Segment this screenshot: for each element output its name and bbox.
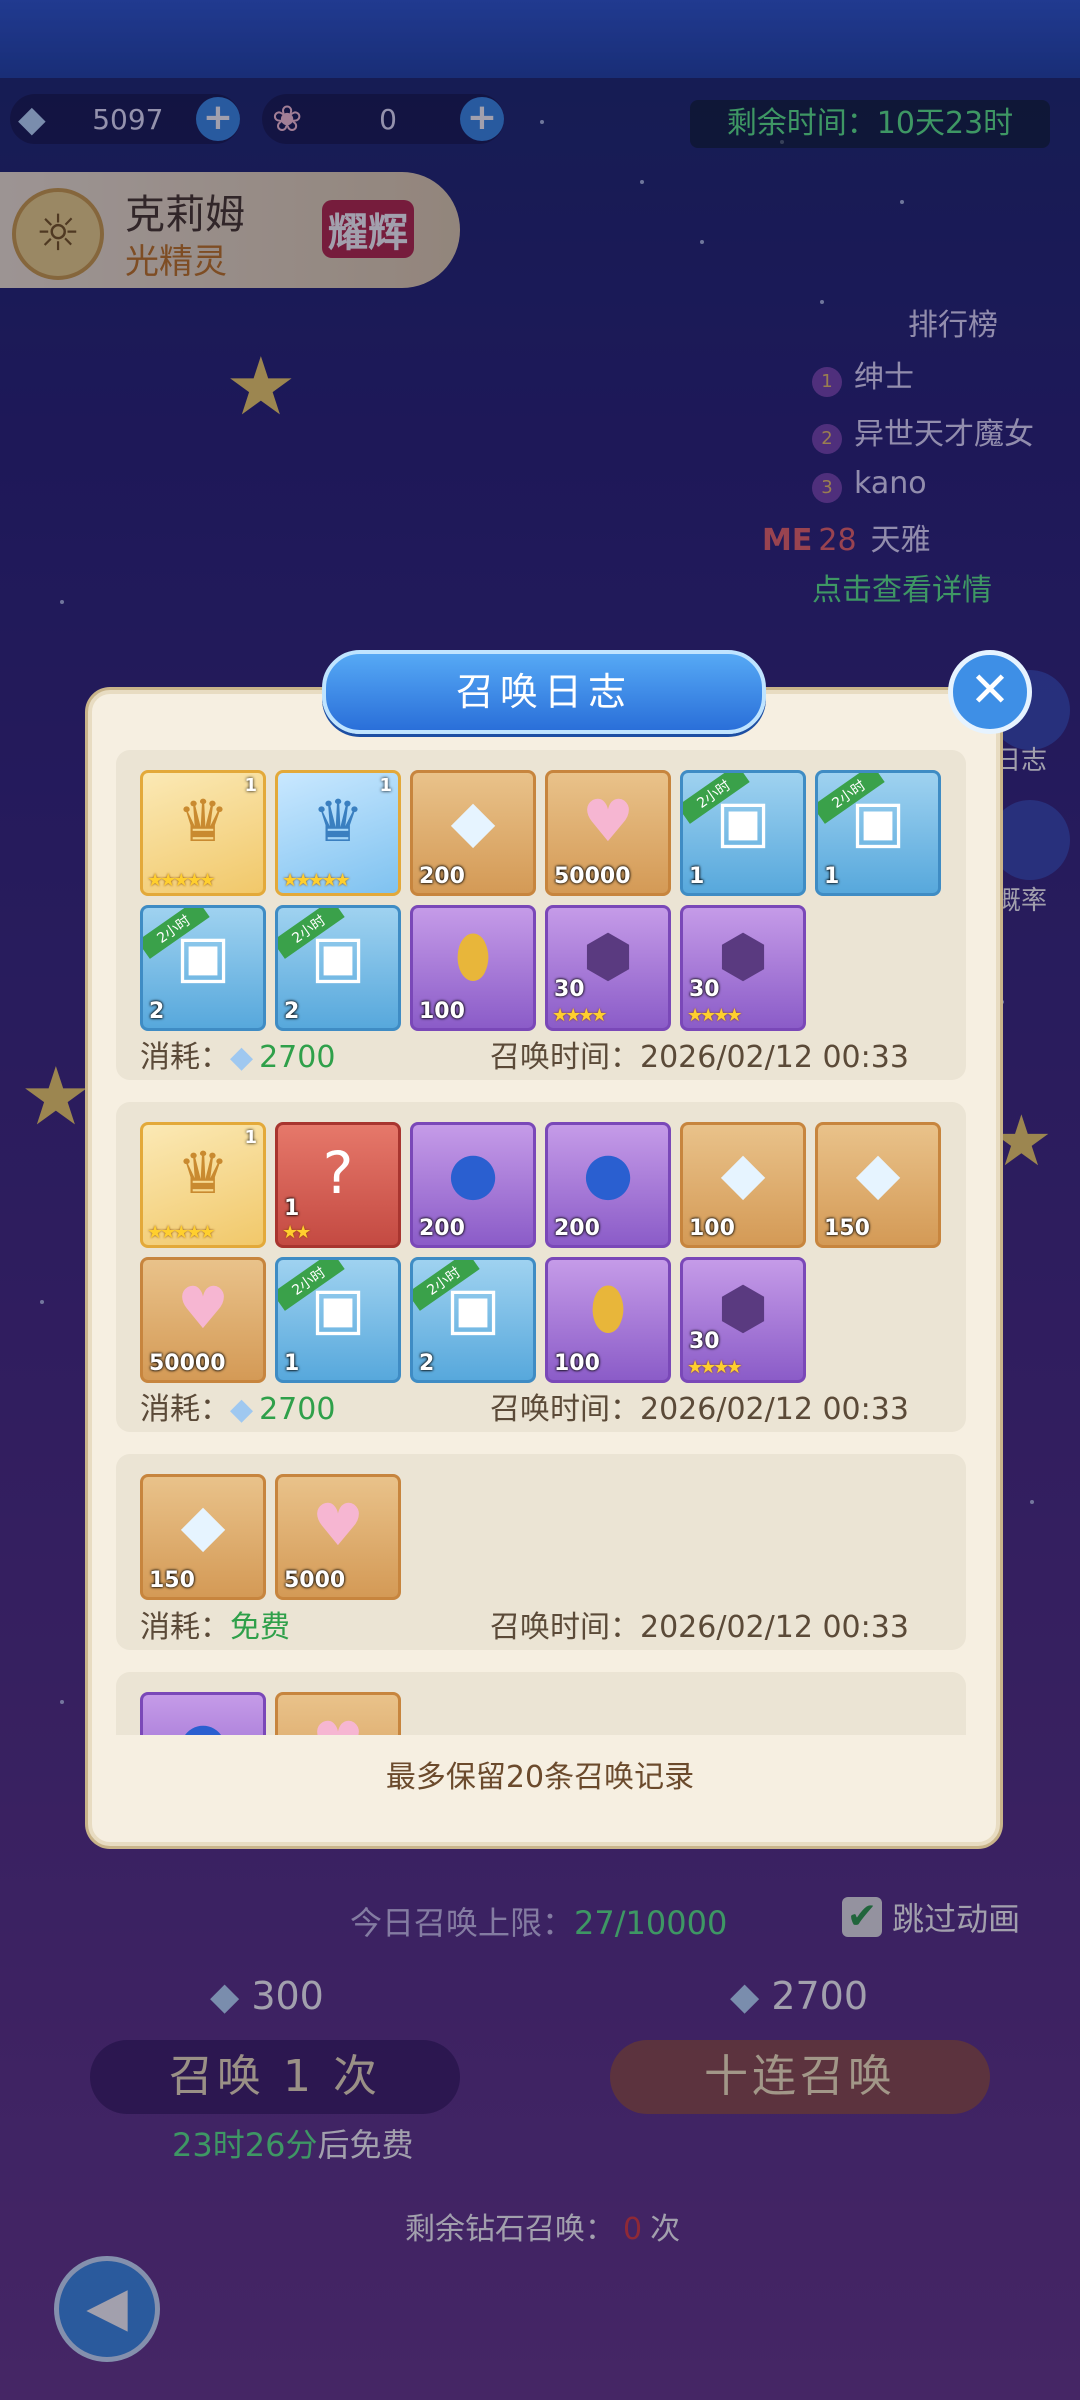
reward-item-hero[interactable]: ♛ 1 ★★★★★ xyxy=(140,1122,266,1248)
record-cost: 消耗：◆ 2700 xyxy=(140,1392,336,1427)
reward-item-chest[interactable]: 2小时 ▣ 2 xyxy=(140,905,266,1031)
reward-item-shard[interactable]: ⬢ 30 ★★★★ xyxy=(680,905,806,1031)
treasure-chest-icon: ▣ xyxy=(310,1274,366,1342)
reward-item-shard[interactable]: ⬢ 30 ★★★★ xyxy=(680,1257,806,1383)
reward-item-gem[interactable]: ◆ 150 xyxy=(140,1474,266,1600)
summon-log-list[interactable]: ♛ 1 ★★★★★ ♛ 1 ★★★★★ ◆ 200 ♥ 50000 2小时 ▣ … xyxy=(116,750,966,1735)
retention-note: 最多保留20条召唤记录 xyxy=(385,1760,695,1795)
reward-item-exp[interactable]: ♥ 50000 xyxy=(140,1257,266,1383)
log-record: ◆ 150 ♥ 5000 消耗：免费 召唤时间：2026/02/12 00:33 xyxy=(116,1454,966,1650)
record-cost: 消耗：免费 xyxy=(140,1610,290,1645)
crystal-gem-icon: ◆ xyxy=(720,1139,766,1207)
golden-egg-icon: ⬮ xyxy=(454,922,492,990)
reward-item-chest[interactable]: 2小时 ▣ 2 xyxy=(410,1257,536,1383)
reward-item-hero[interactable]: ♛ 1 ★★★★★ xyxy=(275,770,401,896)
reward-item-chest[interactable]: 2小时 ▣ 1 xyxy=(815,770,941,896)
crystal-orb-icon: ● xyxy=(143,1709,263,1735)
reward-item-chest[interactable]: 2小时 ▣ 1 xyxy=(275,1257,401,1383)
reward-item-orb[interactable]: ● 200 xyxy=(545,1122,671,1248)
treasure-chest-icon: ▣ xyxy=(175,922,231,990)
reward-item-exp[interactable]: ♥ 5000 xyxy=(275,1474,401,1600)
treasure-chest-icon: ▣ xyxy=(445,1274,501,1342)
crystal-orb-icon: ● xyxy=(447,1139,499,1207)
close-button[interactable]: ✕ xyxy=(948,650,1032,734)
crystal-gem-icon: ◆ xyxy=(180,1491,226,1559)
treasure-chest-icon: ▣ xyxy=(310,922,366,990)
hero-portrait-icon: ♛ xyxy=(177,1139,229,1207)
exp-heart-icon: ♥ xyxy=(582,787,634,855)
reward-item-chest[interactable]: 2小时 ▣ 2 xyxy=(275,905,401,1031)
record-cost: 消耗：◆ 2700 xyxy=(140,1040,336,1075)
reward-item-gem[interactable]: ◆ 150 xyxy=(815,1122,941,1248)
record-time: 召唤时间：2026/02/12 00:33 xyxy=(490,1392,909,1427)
hero-portrait-icon: ♛ xyxy=(177,787,229,855)
reward-item-chest[interactable]: 2小时 ▣ 1 xyxy=(680,770,806,896)
dialog-title: 召唤日志 xyxy=(322,650,766,734)
crystal-gem-icon: ◆ xyxy=(855,1139,901,1207)
exp-heart-icon: ♥ xyxy=(312,1491,364,1559)
record-time: 召唤时间：2026/02/12 00:33 xyxy=(490,1040,909,1075)
treasure-chest-icon: ▣ xyxy=(850,787,906,855)
golden-egg-icon: ⬮ xyxy=(589,1274,627,1342)
reward-item-egg[interactable]: ⬮ 100 xyxy=(545,1257,671,1383)
hero-portrait-icon: ♛ xyxy=(312,787,364,855)
reward-item-hero[interactable]: ♛ 1 ★★★★★ xyxy=(140,770,266,896)
reward-item-gem[interactable]: ◆ 100 xyxy=(680,1122,806,1248)
exp-heart-icon: ♥ xyxy=(177,1274,229,1342)
crystal-gem-icon: ◆ xyxy=(450,787,496,855)
log-record: ● ♥ xyxy=(116,1672,966,1735)
treasure-chest-icon: ▣ xyxy=(715,787,771,855)
crystal-orb-icon: ● xyxy=(582,1139,634,1207)
exp-heart-icon: ♥ xyxy=(278,1709,398,1735)
reward-item-gem[interactable]: ◆ 200 xyxy=(410,770,536,896)
close-icon: ✕ xyxy=(969,662,1011,718)
reward-item-exp[interactable]: ♥ 50000 xyxy=(545,770,671,896)
reward-item-orb[interactable]: ● 200 xyxy=(410,1122,536,1248)
diamond-icon: ◆ xyxy=(230,1392,254,1427)
reward-item-mystery-box[interactable]: ? 1 ★★ xyxy=(275,1122,401,1248)
diamond-icon: ◆ xyxy=(230,1040,254,1075)
reward-item-exp[interactable]: ♥ xyxy=(275,1692,401,1735)
reward-item-shard[interactable]: ⬢ 30 ★★★★ xyxy=(545,905,671,1031)
record-time: 召唤时间：2026/02/12 00:33 xyxy=(490,1610,909,1645)
reward-item-orb[interactable]: ● xyxy=(140,1692,266,1735)
log-record: ♛ 1 ★★★★★ ♛ 1 ★★★★★ ◆ 200 ♥ 50000 2小时 ▣ … xyxy=(116,750,966,1080)
reward-item-egg[interactable]: ⬮ 100 xyxy=(410,905,536,1031)
log-record: ♛ 1 ★★★★★ ? 1 ★★ ● 200 ● 200 ◆ 100 ◆ 150… xyxy=(116,1102,966,1432)
